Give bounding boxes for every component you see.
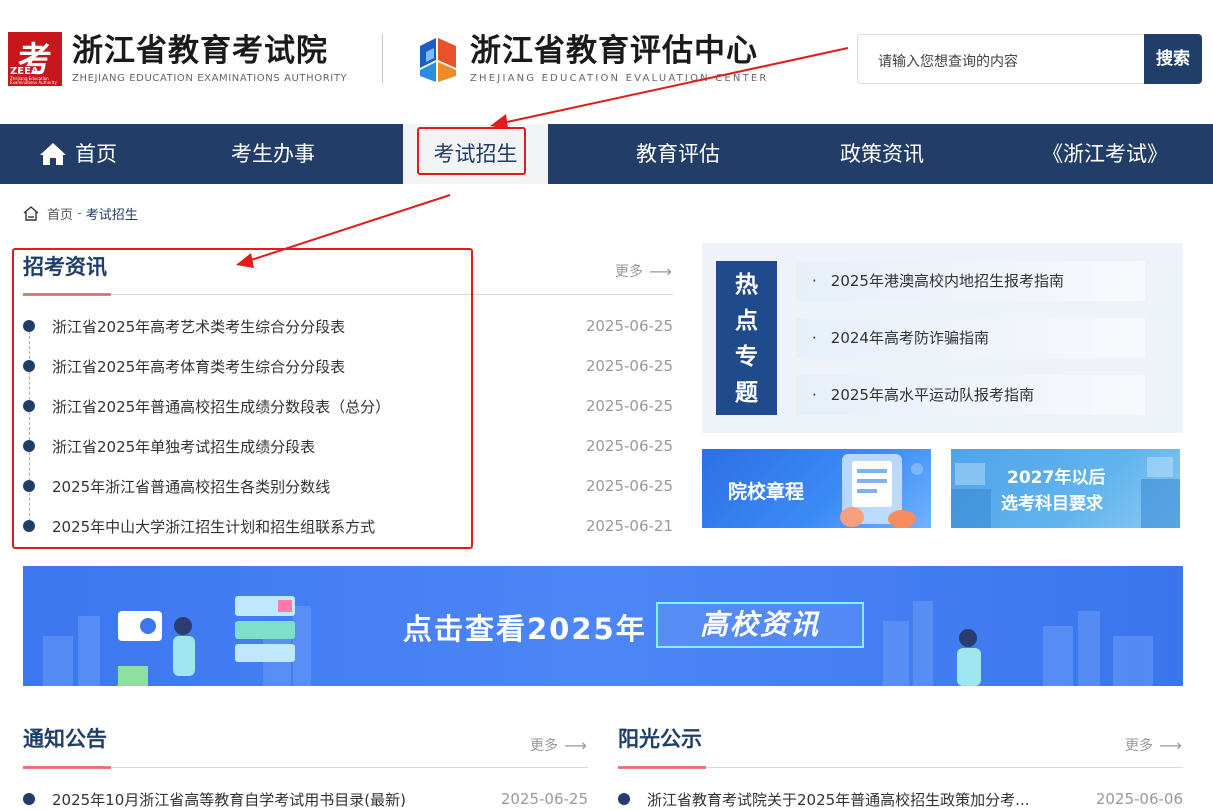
- header-divider: [382, 34, 383, 84]
- hot-topics-label: 热 点 专 题: [716, 261, 777, 415]
- hot-topic-title: 2025年港澳高校内地招生报考指南: [830, 272, 1064, 290]
- evaluation-name-en: ZHEJIANG EDUCATION EVALUATION CENTER: [470, 73, 769, 84]
- arrow-right-icon: ⟶: [564, 735, 587, 755]
- zeea-name-en: ZHEJIANG EDUCATION EXAMINATIONS AUTHORIT…: [72, 73, 348, 84]
- news-date: 2025-06-06: [1095, 790, 1183, 808]
- site-header: 考 ZEEA Zhejiang Education Examinations A…: [0, 0, 1213, 124]
- subject-req-line1: 2027年以后: [1007, 468, 1106, 488]
- list-item[interactable]: 2025年10月浙江省高等教育自学考试用书目录(最新) 2025-06-25: [23, 779, 588, 811]
- cube-logo-icon: [420, 38, 456, 82]
- hot-topic-title: 2025年高水平运动队报考指南: [830, 386, 1034, 404]
- hot-topic-item[interactable]: · 2025年港澳高校内地招生报考指南: [796, 261, 1145, 301]
- home-outline-icon: [23, 206, 39, 221]
- hot-label-char: 题: [735, 380, 758, 406]
- hot-label-char: 专: [735, 344, 758, 370]
- nav-item-home[interactable]: 首页: [28, 124, 128, 184]
- hot-bullet: ·: [812, 329, 817, 347]
- college-charter-label: 院校章程: [728, 481, 805, 503]
- hot-label-char: 点: [735, 308, 758, 334]
- search-button[interactable]: 搜索: [1144, 34, 1202, 84]
- college-info-banner[interactable]: 点击查看2025年 高校资讯: [23, 566, 1183, 686]
- subject-requirements-tile[interactable]: 2027年以后 选考科目要求: [951, 449, 1180, 528]
- breadcrumb-current: 考试招生: [85, 208, 138, 223]
- nav-item-education-evaluation[interactable]: 教育评估: [618, 124, 738, 184]
- home-icon: [40, 143, 66, 165]
- zeea-mark-small: Zhejiang Education Examinations Authorit…: [10, 76, 57, 85]
- subject-req-line2: 选考科目要求: [1001, 494, 1103, 514]
- breadcrumb-separator: -: [77, 206, 82, 221]
- hot-topics-panel: 热 点 专 题 · 2025年港澳高校内地招生报考指南 · 2024年高考防诈骗指南…: [702, 243, 1183, 433]
- notices-more-link[interactable]: 更多 ⟶: [530, 735, 587, 755]
- breadcrumb: 首页 - 考试招生: [23, 204, 138, 223]
- news-date: 2025-06-25: [500, 790, 588, 808]
- sunshine-more-label: 更多: [1125, 738, 1153, 754]
- nav-item-policy-news[interactable]: 政策资讯: [822, 124, 942, 184]
- admissions-more-label: 更多: [615, 264, 643, 280]
- nav-item-zhejiang-exam[interactable]: 《浙江考试》: [1030, 124, 1180, 184]
- arrow-right-icon: ⟶: [1159, 735, 1182, 755]
- banner-boxed-text: 高校资讯: [656, 602, 864, 648]
- sunshine-title-underline: [618, 766, 706, 769]
- hot-topic-item[interactable]: · 2025年高水平运动队报考指南: [796, 375, 1145, 415]
- zeea-logo[interactable]: 考 ZEEA Zhejiang Education Examinations A…: [8, 32, 347, 86]
- notices-title: 通知公告: [23, 727, 107, 751]
- nav-highlight-box: [417, 127, 526, 175]
- nav-item-candidate-services[interactable]: 考生办事: [213, 124, 333, 184]
- college-charter-tile[interactable]: 院校章程: [702, 449, 931, 528]
- search-box: 请输入您想查询的内容 搜索: [857, 34, 1202, 84]
- main-nav: 首页 考生办事 考试招生 教育评估 政策资讯 《浙江考试》: [0, 124, 1213, 184]
- sunshine-title: 阳光公示: [618, 727, 702, 751]
- zeea-name-cn: 浙江省教育考试院: [72, 33, 328, 69]
- sunshine-more-link[interactable]: 更多 ⟶: [1125, 735, 1182, 755]
- hot-bullet: ·: [812, 272, 817, 290]
- bullet-dot-icon: [23, 793, 35, 805]
- news-date: 2025-06-21: [585, 517, 673, 535]
- hot-topic-item[interactable]: · 2024年高考防诈骗指南: [796, 318, 1145, 358]
- news-date: 2025-06-25: [585, 437, 673, 455]
- zeea-logo-mark: 考 ZEEA Zhejiang Education Examinations A…: [8, 32, 62, 86]
- admissions-more-link[interactable]: 更多 ⟶: [615, 261, 672, 281]
- news-date: 2025-06-25: [585, 317, 673, 335]
- breadcrumb-home[interactable]: 首页: [47, 204, 73, 223]
- nav-home-label: 首页: [75, 142, 117, 166]
- list-item[interactable]: 浙江省教育考试院关于2025年普通高校招生政策加分考... 2025-06-06: [618, 779, 1183, 811]
- news-title[interactable]: 2025年10月浙江省高等教育自学考试用书目录(最新): [52, 789, 406, 810]
- news-date: 2025-06-25: [585, 397, 673, 415]
- news-date: 2025-06-25: [585, 357, 673, 375]
- search-input[interactable]: 请输入您想查询的内容: [878, 51, 1018, 71]
- notices-list: 2025年10月浙江省高等教育自学考试用书目录(最新) 2025-06-25: [23, 779, 588, 811]
- hot-topic-title: 2024年高考防诈骗指南: [830, 329, 989, 347]
- notices-title-underline: [23, 766, 111, 769]
- news-title[interactable]: 浙江省教育考试院关于2025年普通高校招生政策加分考...: [647, 789, 1029, 810]
- sunshine-list: 浙江省教育考试院关于2025年普通高校招生政策加分考... 2025-06-06: [618, 779, 1183, 811]
- bullet-dot-icon: [618, 793, 630, 805]
- notices-more-label: 更多: [530, 738, 558, 754]
- arrow-right-icon: ⟶: [649, 261, 672, 281]
- evaluation-center-logo[interactable]: 浙江省教育评估中心 ZHEJIANG EDUCATION EVALUATION …: [416, 32, 769, 86]
- evaluation-name-cn: 浙江省教育评估中心: [470, 33, 758, 69]
- banner-text: 点击查看2025年: [403, 612, 647, 646]
- news-highlight-box: [12, 248, 473, 549]
- news-date: 2025-06-25: [585, 477, 673, 495]
- hot-label-char: 热: [735, 272, 758, 298]
- hot-bullet: ·: [812, 386, 817, 404]
